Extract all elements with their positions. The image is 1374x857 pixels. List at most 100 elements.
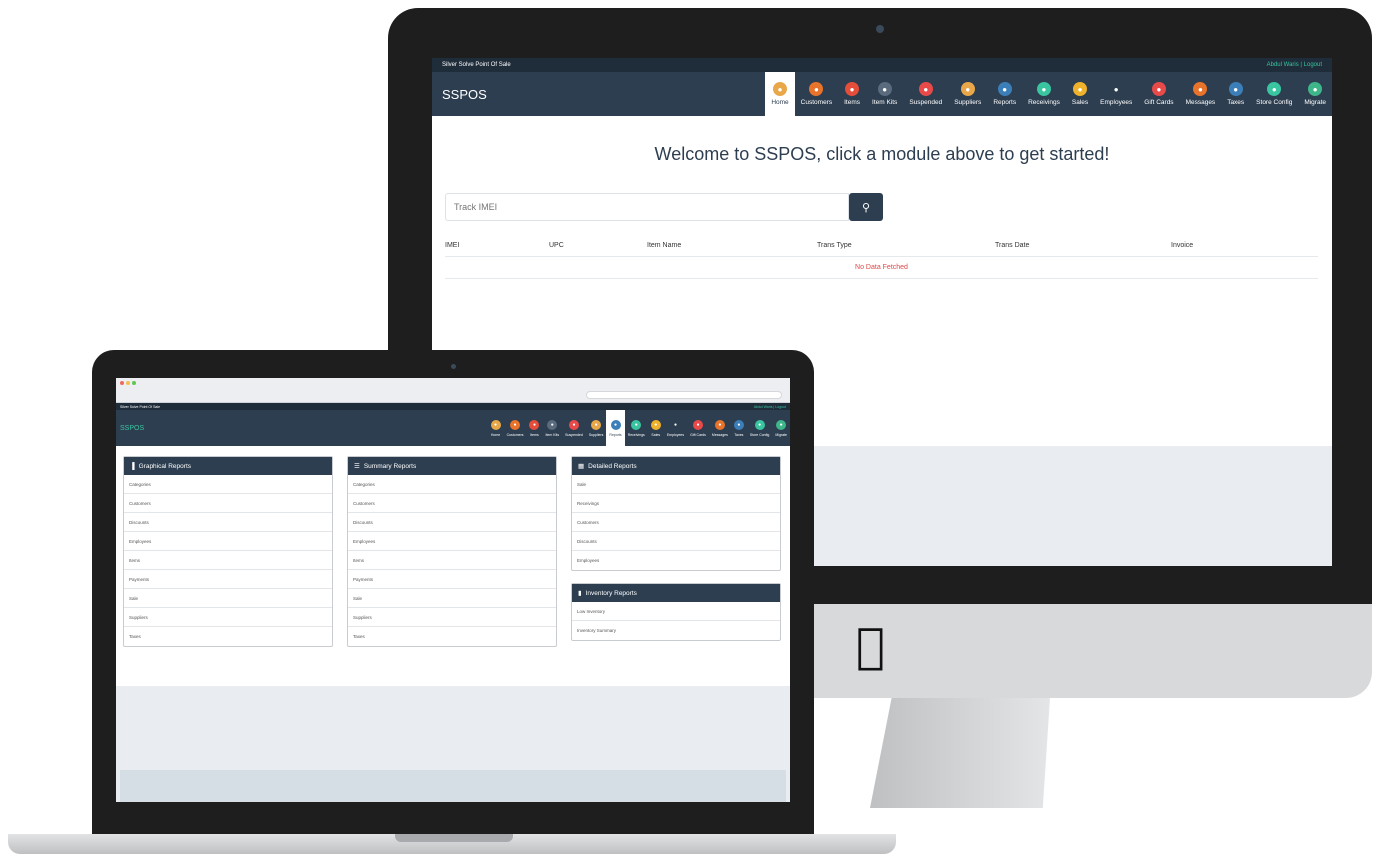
main-navbar: SSPOS ● Home ● Customers ● Items ● Item Kits ● Su… bbox=[432, 72, 1332, 116]
report-link[interactable]: Receivings bbox=[572, 494, 780, 513]
nav-items[interactable]: ● Items bbox=[526, 410, 542, 446]
migrate-icon: ● bbox=[776, 419, 787, 430]
report-link[interactable]: Sale bbox=[572, 475, 780, 494]
taxes-icon: ● bbox=[1228, 82, 1243, 96]
calendar-icon: ▦ bbox=[578, 463, 585, 470]
nav-receivings[interactable]: ● Receivings bbox=[625, 410, 648, 446]
address-bar[interactable] bbox=[586, 391, 782, 399]
nav-sales[interactable]: ● Sales bbox=[1066, 72, 1094, 116]
welcome-heading: Welcome to SSPOS, click a module above t… bbox=[654, 144, 1110, 164]
nav-receivings[interactable]: ● Receivings bbox=[1022, 72, 1066, 116]
report-link[interactable]: Employees bbox=[348, 532, 556, 551]
nav-suppliers[interactable]: ● Suppliers bbox=[948, 72, 987, 116]
nav-migrate[interactable]: ● Migrate bbox=[1298, 72, 1332, 116]
column-header: Item Name bbox=[647, 242, 682, 249]
item-kits-icon: ● bbox=[877, 82, 892, 96]
nav-reports[interactable]: ● Reports bbox=[606, 410, 625, 446]
maximize-dot[interactable] bbox=[132, 381, 136, 385]
suspended-icon: ● bbox=[918, 82, 933, 96]
employees-icon: ● bbox=[670, 419, 681, 430]
nav-store-config[interactable]: ● Store Config bbox=[747, 410, 772, 446]
nav-label: Store Config bbox=[1256, 99, 1293, 106]
nav-label: Gift Cards bbox=[690, 432, 706, 437]
module-menu: ● Home ● Customers ● Items ● Item Kits ● Suspende… bbox=[765, 72, 1332, 116]
report-link[interactable]: Items bbox=[124, 551, 332, 570]
nav-messages[interactable]: ● Messages bbox=[709, 410, 731, 446]
nav-customers[interactable]: ● Customers bbox=[795, 72, 838, 116]
nav-reports[interactable]: ● Reports bbox=[987, 72, 1022, 116]
book-icon: ▮ bbox=[578, 590, 582, 597]
report-link[interactable]: Customers bbox=[348, 494, 556, 513]
nav-label: Sales bbox=[1071, 99, 1089, 106]
nav-messages[interactable]: ● Messages bbox=[1180, 72, 1222, 116]
report-link[interactable]: Suppliers bbox=[124, 608, 332, 627]
nav-item-kits[interactable]: ● Item Kits bbox=[542, 410, 562, 446]
nav-home[interactable]: ● Home bbox=[488, 410, 504, 446]
inventory-reports-panel: ▮ Inventory Reports Low Inventory Inventory… bbox=[571, 583, 781, 641]
suppliers-icon: ● bbox=[960, 82, 975, 96]
report-link[interactable]: Inventory Summary bbox=[572, 621, 780, 640]
track-imei-input[interactable] bbox=[445, 193, 849, 221]
nav-suspended[interactable]: ● Suspended bbox=[562, 410, 586, 446]
report-link[interactable]: Customers bbox=[572, 513, 780, 532]
employees-icon: ● bbox=[1109, 82, 1124, 96]
report-link[interactable]: Employees bbox=[572, 551, 780, 570]
nav-customers[interactable]: ● Customers bbox=[504, 410, 527, 446]
bar-chart-icon: ▐ bbox=[130, 462, 135, 470]
report-link[interactable]: Taxes bbox=[124, 627, 332, 646]
nav-taxes[interactable]: ● Taxes bbox=[731, 410, 747, 446]
nav-employees[interactable]: ● Employees bbox=[664, 410, 687, 446]
items-icon: ● bbox=[845, 82, 860, 96]
nav-home[interactable]: ● Home bbox=[765, 72, 795, 116]
nav-migrate[interactable]: ● Migrate bbox=[772, 410, 790, 446]
search-button[interactable]: ⚲ bbox=[849, 193, 883, 221]
nav-label: Home bbox=[771, 99, 789, 106]
nav-suppliers[interactable]: ● Suppliers bbox=[586, 410, 607, 446]
report-link[interactable]: Discounts bbox=[348, 513, 556, 532]
nav-gift-cards[interactable]: ● Gift Cards bbox=[1138, 72, 1179, 116]
report-link[interactable]: Discounts bbox=[572, 532, 780, 551]
nav-store-config[interactable]: ● Store Config bbox=[1250, 72, 1298, 116]
close-dot[interactable] bbox=[120, 381, 124, 385]
nav-suspended[interactable]: ● Suspended bbox=[903, 72, 948, 116]
minimize-dot[interactable] bbox=[126, 381, 130, 385]
report-link[interactable]: Low Inventory bbox=[572, 602, 780, 621]
nav-sales[interactable]: ● Sales bbox=[648, 410, 664, 446]
user-links[interactable]: Abdul Waris | Logout bbox=[1267, 62, 1322, 68]
report-link[interactable]: Categories bbox=[124, 475, 332, 494]
report-link[interactable]: Categories bbox=[348, 475, 556, 494]
item-kits-icon: ● bbox=[547, 419, 558, 430]
report-link[interactable]: Sale bbox=[348, 589, 556, 608]
report-link[interactable]: Discounts bbox=[124, 513, 332, 532]
nav-label: Taxes bbox=[1227, 99, 1245, 106]
report-link[interactable]: Sale bbox=[124, 589, 332, 608]
report-link[interactable]: Payments bbox=[124, 570, 332, 589]
nav-label: Items bbox=[844, 99, 861, 106]
report-link[interactable]: Payments bbox=[348, 570, 556, 589]
user-links[interactable]: Abdul Waris | Logout bbox=[754, 405, 786, 409]
table-header: IMEI UPC Item Name Trans Type Trans Date Invo… bbox=[445, 235, 1318, 257]
report-link[interactable]: Suppliers bbox=[348, 608, 556, 627]
nav-employees[interactable]: ● Employees bbox=[1094, 72, 1138, 116]
laptop-screen: Silver Solve Point Of Sale Abdul Waris |… bbox=[116, 378, 790, 802]
column-header: IMEI bbox=[445, 242, 460, 249]
nav-gift-cards[interactable]: ● Gift Cards bbox=[687, 410, 709, 446]
nav-label: Store Config bbox=[749, 432, 770, 437]
nav-items[interactable]: ● Items bbox=[838, 72, 866, 116]
graphical-reports-panel: ▐ Graphical Reports Categories Customers Dis… bbox=[123, 456, 333, 647]
app-name: Silver Solve Point Of Sale bbox=[120, 404, 161, 409]
sales-icon: ● bbox=[650, 419, 661, 430]
panel-header: ☰ Summary Reports bbox=[348, 457, 556, 475]
report-link[interactable]: Employees bbox=[124, 532, 332, 551]
report-link[interactable]: Taxes bbox=[348, 627, 556, 646]
search-icon: ⚲ bbox=[861, 201, 871, 214]
gift-cards-icon: ● bbox=[1151, 82, 1166, 96]
report-link[interactable]: Items bbox=[348, 551, 556, 570]
nav-item-kits[interactable]: ● Item Kits bbox=[866, 72, 903, 116]
brand-logo[interactable]: SSPOS bbox=[432, 72, 765, 116]
brand-logo[interactable]: SSPOS bbox=[116, 410, 488, 446]
nav-label: Suppliers bbox=[588, 432, 604, 437]
nav-taxes[interactable]: ● Taxes bbox=[1221, 72, 1250, 116]
report-link[interactable]: Customers bbox=[124, 494, 332, 513]
customers-icon: ● bbox=[809, 82, 824, 96]
